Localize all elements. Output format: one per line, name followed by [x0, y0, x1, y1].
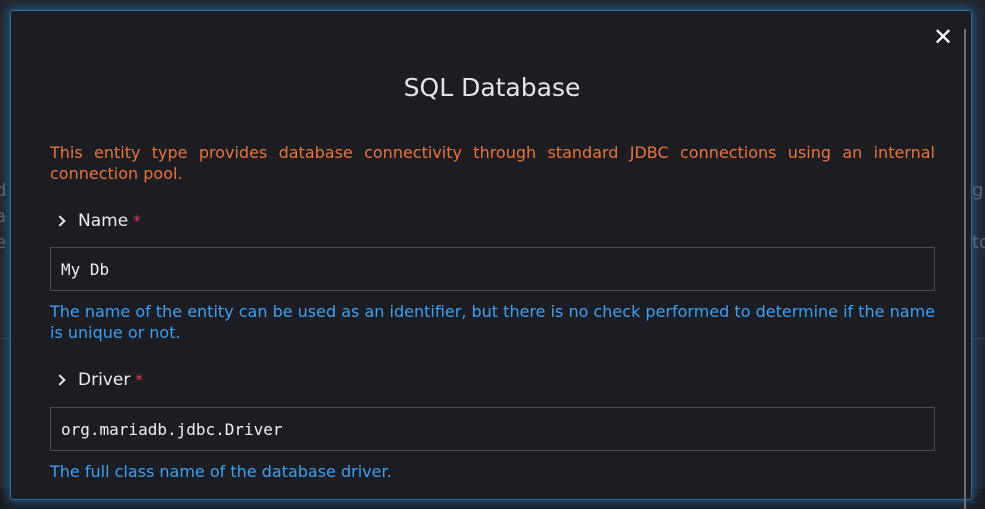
chevron-right-icon: [54, 215, 66, 227]
background-text-fragment: g: [972, 180, 984, 201]
driver-field-label: Driver: [78, 370, 131, 390]
sql-database-dialog: ✕ SQL Database This entity type provides…: [10, 10, 972, 509]
close-icon: ✕: [932, 23, 954, 51]
chevron-right-icon: [54, 374, 66, 386]
driver-field-toggle[interactable]: Driver *: [54, 370, 143, 390]
driver-help-text: The full class name of the database driv…: [50, 462, 392, 481]
background-text-fragment: to: [972, 232, 985, 253]
background-divider: [0, 338, 10, 339]
name-field-label: Name: [78, 211, 129, 231]
required-marker: *: [135, 371, 143, 389]
background-divider: [972, 338, 985, 339]
dialog-title: SQL Database: [403, 73, 581, 102]
name-input[interactable]: [50, 247, 935, 291]
name-help-text: The name of the entity can be used as an…: [50, 302, 935, 342]
driver-input[interactable]: [50, 407, 935, 451]
entity-description: This entity type provides database conne…: [50, 143, 935, 183]
required-marker: *: [133, 212, 141, 230]
background-text-fragment: e: [0, 232, 7, 253]
background-text-fragment: a: [0, 206, 7, 227]
background-text-fragment: d: [0, 180, 7, 201]
close-button[interactable]: ✕: [931, 24, 955, 50]
name-field-toggle[interactable]: Name *: [54, 211, 141, 231]
